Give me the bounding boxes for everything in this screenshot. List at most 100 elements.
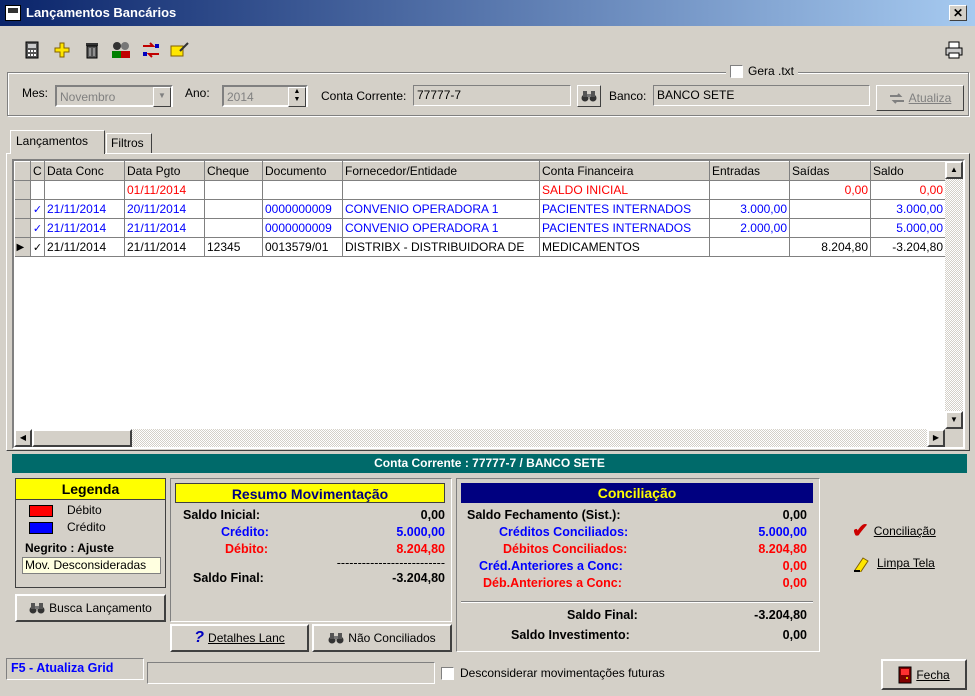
conciliacao-rows: Saldo Fechamento (Sist.): 0,00 Créditos C… — [467, 507, 807, 592]
cell-conta[interactable]: PACIENTES INTERNADOS — [539, 199, 710, 219]
gera-txt-option[interactable]: Gera .txt — [726, 64, 799, 78]
column-header[interactable]: Saldo — [870, 161, 946, 181]
cell-entradas[interactable] — [709, 180, 790, 200]
scroll-right-button[interactable]: ▶ — [927, 429, 945, 447]
cell-c[interactable]: ✓ — [30, 199, 45, 219]
vertical-scrollbar[interactable]: ▲ ▼ — [945, 161, 963, 429]
cell-conta[interactable]: SALDO INICIAL — [539, 180, 710, 200]
cell-data-conc[interactable]: 21/11/2014 — [44, 237, 125, 257]
scroll-down-button[interactable]: ▼ — [945, 411, 963, 429]
cell-data-pgto[interactable]: 01/11/2014 — [124, 180, 205, 200]
calculator-icon[interactable] — [22, 40, 42, 60]
column-header[interactable]: Cheque — [204, 161, 263, 181]
cell-saldo[interactable]: 0,00 — [870, 180, 946, 200]
column-header[interactable]: Conta Financeira — [539, 161, 710, 181]
cell-documento[interactable] — [262, 180, 343, 200]
resumo-divider: -------------------------- — [183, 557, 445, 570]
tab-lancamentos[interactable]: Lançamentos — [10, 130, 105, 154]
status-progress — [147, 662, 435, 684]
detalhes-lanc-button[interactable]: ? Detalhes Lanc — [170, 624, 309, 652]
add-icon[interactable] — [52, 40, 72, 60]
cell-data-conc[interactable]: 21/11/2014 — [44, 199, 125, 219]
search-conta-button[interactable] — [577, 85, 601, 107]
users-icon[interactable] — [111, 40, 131, 60]
column-header[interactable]: C — [30, 161, 45, 181]
column-header[interactable]: Entradas — [709, 161, 790, 181]
nao-conciliados-button[interactable]: Não Conciliados — [312, 624, 452, 652]
conciliacao-title: Conciliação — [461, 483, 813, 503]
ano-spinner[interactable]: 2014 ▲ ▼ — [222, 85, 308, 107]
tab-filtros[interactable]: Filtros — [106, 133, 152, 153]
conciliacao-button[interactable]: ✔ Conciliação — [852, 521, 936, 541]
cell-saldo[interactable]: 3.000,00 — [870, 199, 946, 219]
cell-data-pgto[interactable]: 20/11/2014 — [124, 199, 205, 219]
cell-fornecedor[interactable]: CONVENIO OPERADORA 1 — [342, 199, 540, 219]
cell-c[interactable]: ✓ — [30, 237, 45, 257]
desconsiderar-checkbox[interactable] — [441, 666, 454, 680]
cell-documento[interactable]: 0000000009 — [262, 218, 343, 238]
cell-conta[interactable]: MEDICAMENTOS — [539, 237, 710, 257]
cell-cheque[interactable]: 12345 — [204, 237, 263, 257]
column-header[interactable]: Saídas — [789, 161, 871, 181]
cell-cheque[interactable] — [204, 218, 263, 238]
edit-item-icon[interactable] — [170, 40, 190, 60]
limpa-tela-button[interactable]: Limpa Tela — [852, 554, 935, 572]
table-row[interactable]: ▶ ✓ 21/11/2014 21/11/2014 12345 0013579/01 DIS… — [14, 237, 946, 257]
cell-fornecedor[interactable]: DISTRIBX - DISTRIBUIDORA DE — [342, 237, 540, 257]
chevron-down-icon[interactable]: ▼ — [153, 87, 171, 107]
cell-cheque[interactable] — [204, 199, 263, 219]
close-button[interactable]: ✕ — [949, 5, 967, 21]
conciliacao-btn-label: Conciliação — [873, 524, 936, 538]
cell-saidas[interactable]: 0,00 — [789, 180, 871, 200]
cell-saidas[interactable] — [789, 199, 871, 219]
cell-documento[interactable]: 0000000009 — [262, 199, 343, 219]
cell-entradas[interactable] — [709, 237, 790, 257]
column-header[interactable]: Data Conc — [44, 161, 125, 181]
table-row[interactable]: 01/11/2014 SALDO INICIAL 0,00 0,00 — [14, 180, 946, 200]
row-indicator[interactable] — [14, 180, 31, 200]
fecha-button[interactable]: Fecha — [881, 659, 967, 690]
scroll-up-button[interactable]: ▲ — [945, 161, 963, 179]
transfer-icon[interactable] — [141, 40, 161, 60]
scroll-thumb[interactable] — [32, 429, 132, 447]
desconsiderar-option[interactable]: Desconsiderar movimentações futuras — [441, 666, 665, 680]
cell-saldo[interactable]: 5.000,00 — [870, 218, 946, 238]
cell-c[interactable] — [30, 180, 45, 200]
cell-fornecedor[interactable] — [342, 180, 540, 200]
current-row-indicator[interactable]: ▶ — [14, 237, 31, 257]
conciliacao-divider — [461, 601, 813, 603]
mes-select[interactable]: Novembro ▼ — [55, 85, 173, 107]
atualiza-button[interactable]: Atualiza — [876, 85, 964, 111]
cell-entradas[interactable]: 2.000,00 — [709, 218, 790, 238]
cell-entradas[interactable]: 3.000,00 — [709, 199, 790, 219]
cell-c[interactable]: ✓ — [30, 218, 45, 238]
cell-data-pgto[interactable]: 21/11/2014 — [124, 218, 205, 238]
cell-cheque[interactable] — [204, 180, 263, 200]
cell-documento[interactable]: 0013579/01 — [262, 237, 343, 257]
cell-data-conc[interactable]: 21/11/2014 — [44, 218, 125, 238]
cell-saldo[interactable]: -3.204,80 — [870, 237, 946, 257]
row-indicator[interactable] — [14, 199, 31, 219]
scroll-left-button[interactable]: ◀ — [14, 429, 32, 447]
table-row[interactable]: ✓ 21/11/2014 21/11/2014 0000000009 CONVENIO … — [14, 218, 946, 238]
gera-txt-checkbox[interactable] — [730, 64, 743, 78]
horizontal-scrollbar[interactable]: ◀ ▶ — [14, 429, 945, 447]
spin-arrows-icon[interactable]: ▲ ▼ — [288, 87, 306, 107]
print-icon[interactable] — [944, 40, 964, 60]
column-header[interactable]: Fornecedor/Entidade — [342, 161, 540, 181]
column-header[interactable]: Data Pgto — [124, 161, 205, 181]
cell-saidas[interactable]: 8.204,80 — [789, 237, 871, 257]
lancamentos-grid[interactable]: C Data Conc Data Pgto Cheque Documento F… — [12, 159, 965, 449]
cell-conta[interactable]: PACIENTES INTERNADOS — [539, 218, 710, 238]
busca-lancamento-button[interactable]: Busca Lançamento — [15, 594, 166, 622]
resumo-saldo-inicial: Saldo Inicial: 0,00 — [183, 507, 445, 524]
table-row[interactable]: ✓ 21/11/2014 20/11/2014 0000000009 CONVENIO … — [14, 199, 946, 219]
cell-fornecedor[interactable]: CONVENIO OPERADORA 1 — [342, 218, 540, 238]
column-header[interactable]: Documento — [262, 161, 343, 181]
toolbar — [0, 26, 975, 70]
cell-data-pgto[interactable]: 21/11/2014 — [124, 237, 205, 257]
cell-saidas[interactable] — [789, 218, 871, 238]
row-indicator[interactable] — [14, 218, 31, 238]
trash-icon[interactable] — [82, 40, 102, 60]
cell-data-conc[interactable] — [44, 180, 125, 200]
